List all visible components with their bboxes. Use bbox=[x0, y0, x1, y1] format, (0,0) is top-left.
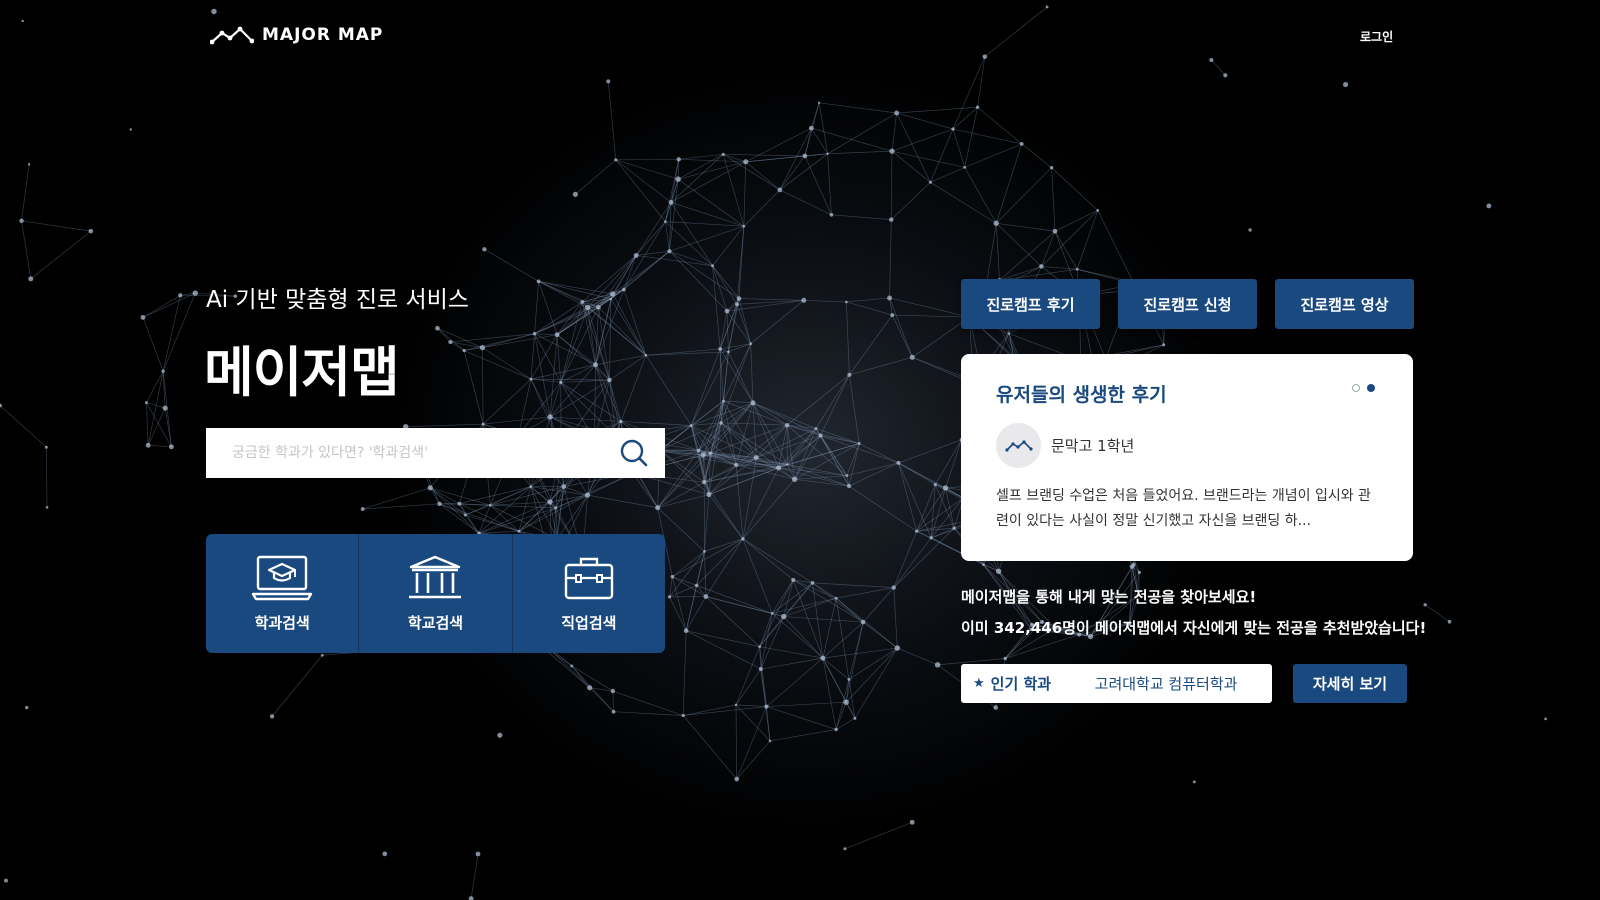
logo-mark-icon bbox=[210, 26, 254, 45]
review-title: 유저들의 생생한 후기 bbox=[996, 384, 1167, 406]
logo[interactable]: MAJOR MAP bbox=[210, 24, 383, 46]
school-search-button[interactable]: 학교검색 bbox=[359, 534, 513, 653]
logo-text: MAJOR MAP bbox=[262, 25, 384, 45]
camp-review-button[interactable]: 진로캠프 후기 bbox=[961, 279, 1100, 329]
search-icon[interactable] bbox=[619, 438, 649, 468]
review-text: 셀프 브랜딩 수업은 처음 들었어요. 브랜드라는 개념이 입시와 관련이 있다… bbox=[996, 488, 1371, 529]
reviewer-name: 문막고 1학년 bbox=[1051, 437, 1135, 455]
job-search-button[interactable]: 직업검색 bbox=[513, 534, 665, 653]
laptop-graduation-cap-icon bbox=[251, 555, 313, 601]
camp-button-group: 진로캠프 후기 진로캠프 신청 진로캠프 영상 bbox=[961, 279, 1414, 329]
university-building-icon bbox=[409, 555, 462, 599]
school-search-label: 학교검색 bbox=[407, 614, 464, 632]
search-input[interactable] bbox=[232, 445, 619, 461]
promo-stat-text: 이미 342,446명이 메이저맵에서 자신에게 맞는 전공을 추천받았습니다! bbox=[961, 619, 1427, 637]
hero-title: 메이저맵 bbox=[204, 341, 400, 404]
camp-apply-button[interactable]: 진로캠프 신청 bbox=[1118, 279, 1257, 329]
promo-text: 메이저맵을 통해 내게 맞는 전공을 찾아보세요! bbox=[961, 588, 1257, 606]
quick-search-menu: 학과검색 학교검색 직업검색 bbox=[206, 534, 665, 653]
logo-mark-icon bbox=[1004, 439, 1033, 452]
hero-subtitle: Ai 기반 맞춤형 진로 서비스 bbox=[206, 287, 469, 313]
search-box bbox=[206, 428, 665, 478]
job-search-label: 직업검색 bbox=[561, 614, 617, 632]
briefcase-icon bbox=[564, 557, 614, 600]
login-link[interactable]: 로그인 bbox=[1360, 28, 1393, 45]
slider-dot-2[interactable] bbox=[1367, 384, 1375, 392]
star-icon: ★ bbox=[973, 676, 985, 691]
camp-video-button[interactable]: 진로캠프 영상 bbox=[1275, 279, 1414, 329]
popular-department-link[interactable]: 고려대학교 컴퓨터학과 bbox=[1095, 673, 1238, 694]
review-slider-dots bbox=[1352, 384, 1375, 392]
view-details-button[interactable]: 자세히 보기 bbox=[1293, 664, 1407, 703]
department-search-button[interactable]: 학과검색 bbox=[206, 534, 360, 653]
review-card: 유저들의 생생한 후기 문막고 1학년 셀프 브랜딩 수업은 처음 들었어요. … bbox=[961, 354, 1413, 561]
slider-dot-1[interactable] bbox=[1352, 384, 1360, 392]
popular-label: 인기 학과 bbox=[990, 675, 1052, 693]
popular-department-box: ★ 인기 학과 고려대학교 컴퓨터학과 bbox=[961, 664, 1272, 703]
avatar bbox=[996, 423, 1041, 468]
reviewer: 문막고 1학년 bbox=[996, 423, 1378, 468]
department-search-label: 학과검색 bbox=[254, 614, 310, 632]
